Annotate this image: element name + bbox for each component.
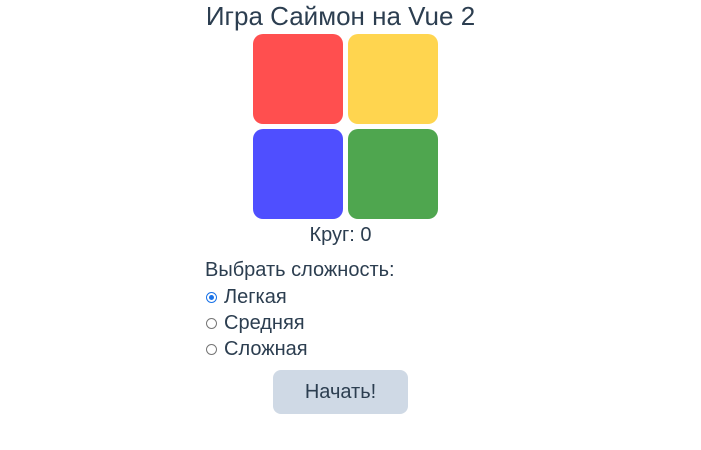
page-title: Игра Саймон на Vue 2 <box>205 1 476 31</box>
difficulty-label: Выбрать сложность: <box>205 259 395 281</box>
difficulty-option-easy[interactable]: Легкая <box>205 284 465 310</box>
radio-button[interactable] <box>206 317 217 329</box>
difficulty-option-hard[interactable]: Сложная <box>205 336 465 362</box>
game-board <box>253 34 438 219</box>
difficulty-option-label: Средняя <box>224 311 305 334</box>
start-button[interactable]: Начать! <box>273 370 408 414</box>
difficulty-selector: Выбрать сложность: Легкая Средняя Сложна… <box>205 257 465 362</box>
difficulty-option-medium[interactable]: Средняя <box>205 310 465 336</box>
difficulty-option-label: Легкая <box>224 285 287 308</box>
pad-blue[interactable] <box>253 129 343 219</box>
difficulty-option-label: Сложная <box>224 337 308 360</box>
round-counter: Круг: 0 <box>309 224 372 246</box>
pad-yellow[interactable] <box>348 34 438 124</box>
radio-button[interactable] <box>206 343 217 355</box>
radio-button[interactable] <box>206 291 217 303</box>
pad-red[interactable] <box>253 34 343 124</box>
pad-green[interactable] <box>348 129 438 219</box>
